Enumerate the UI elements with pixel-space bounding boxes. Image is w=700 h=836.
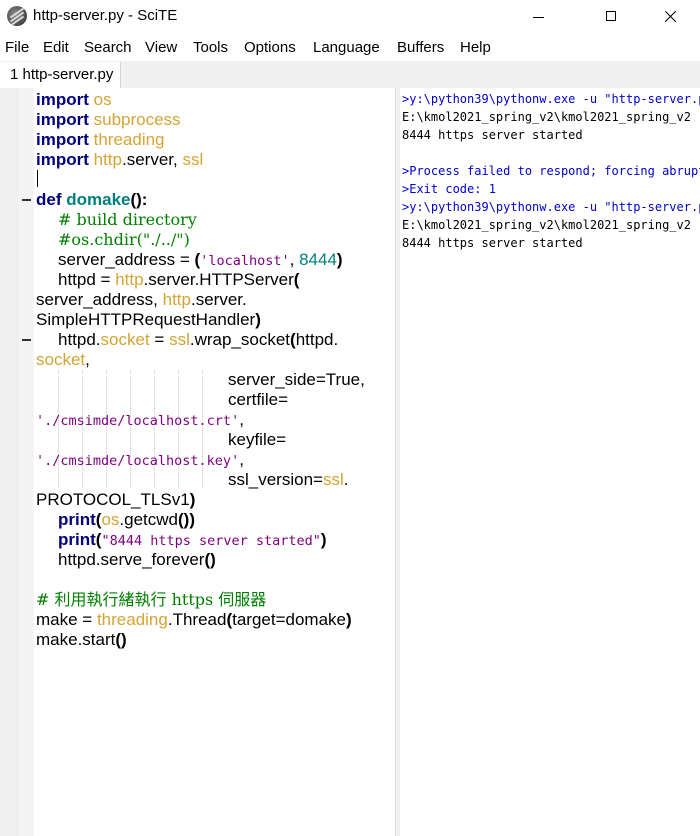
fold-marker-icon[interactable]: [22, 199, 31, 201]
maximize-button[interactable]: [588, 0, 634, 34]
tab-bar: 1 http-server.py: [0, 61, 700, 88]
code-line: httpd.socket = ssl.wrap_socket(httpd.: [58, 330, 339, 349]
output-line: 8444 https server started: [402, 128, 583, 142]
tab-label: 1 http-server.py: [10, 66, 114, 83]
menu-help[interactable]: Help: [460, 39, 491, 56]
window-title: http-server.py - SciTE: [33, 7, 178, 24]
code-line: # build directory: [58, 210, 197, 229]
code-line: httpd.serve_forever(): [58, 550, 216, 569]
code-line: certfile=: [228, 390, 288, 409]
line-number-margin: [0, 88, 19, 836]
code-line: httpd = http.server.HTTPServer(: [58, 270, 300, 289]
code-line: SimpleHTTPRequestHandler): [36, 310, 261, 329]
menu-tools[interactable]: Tools: [193, 39, 228, 56]
output-line: >Process failed to respond; forcing abru…: [402, 164, 700, 178]
code-line: import subprocess: [36, 110, 181, 129]
code-line: server_address = ('localhost', 8444): [58, 250, 343, 269]
code-line: print(os.getcwd()): [58, 510, 195, 529]
editor-pane[interactable]: import os import subprocess import threa…: [0, 88, 395, 836]
output-line: E:\kmol2021_spring_v2\kmol2021_spring_v2: [402, 110, 691, 124]
title-bar: http-server.py - SciTE: [0, 0, 700, 34]
output-line: 8444 https server started: [402, 236, 583, 250]
code-line: make.start(): [36, 630, 127, 649]
code-line: ssl_version=ssl.: [228, 470, 349, 489]
code-line: server_side=True,: [228, 370, 365, 389]
code-line: #os.chdir("./../"): [58, 230, 190, 249]
code-line: './cmsimde/localhost.key',: [36, 450, 244, 469]
code-line: PROTOCOL_TLSv1): [36, 490, 196, 509]
output-line: E:\kmol2021_spring_v2\kmol2021_spring_v2: [402, 218, 691, 232]
minimize-button[interactable]: [516, 0, 562, 34]
menu-edit[interactable]: Edit: [43, 39, 69, 56]
code-line: socket,: [36, 350, 90, 369]
code-line: make = threading.Thread(target=domake): [36, 610, 352, 629]
menu-options[interactable]: Options: [244, 39, 296, 56]
code-line: import threading: [36, 130, 165, 149]
output-line: >Exit code: 1: [402, 182, 496, 196]
output-pane[interactable]: >y:\python39\pythonw.exe -u "http-server…: [400, 88, 700, 836]
code-line: # 利用執行緒執行 https 伺服器: [36, 590, 267, 609]
code-line: import http.server, ssl: [36, 150, 204, 169]
menu-language[interactable]: Language: [313, 39, 380, 56]
close-button[interactable]: [647, 0, 693, 34]
code-line: import os: [36, 90, 112, 109]
menu-buffers[interactable]: Buffers: [397, 39, 444, 56]
menu-file[interactable]: File: [5, 39, 29, 56]
fold-marker-icon[interactable]: [22, 339, 31, 341]
output-line: >y:\python39\pythonw.exe -u "http-server…: [402, 92, 700, 106]
tab-http-server-py[interactable]: 1 http-server.py: [0, 62, 121, 88]
code-line: server_address, http.server.: [36, 290, 247, 309]
code-line: './cmsimde/localhost.crt',: [36, 410, 244, 429]
scite-app-icon[interactable]: [7, 6, 27, 26]
text-caret: [37, 170, 38, 187]
menu-bar: File Edit Search View Tools Options Lang…: [0, 36, 700, 60]
code-line: keyfile=: [228, 430, 287, 449]
code-line: def domake():: [36, 190, 148, 209]
output-line: >y:\python39\pythonw.exe -u "http-server…: [402, 200, 700, 214]
code-line: print("8444 https server started"): [58, 530, 327, 549]
fold-margin[interactable]: [19, 88, 34, 836]
menu-view[interactable]: View: [145, 39, 177, 56]
menu-search[interactable]: Search: [84, 39, 132, 56]
